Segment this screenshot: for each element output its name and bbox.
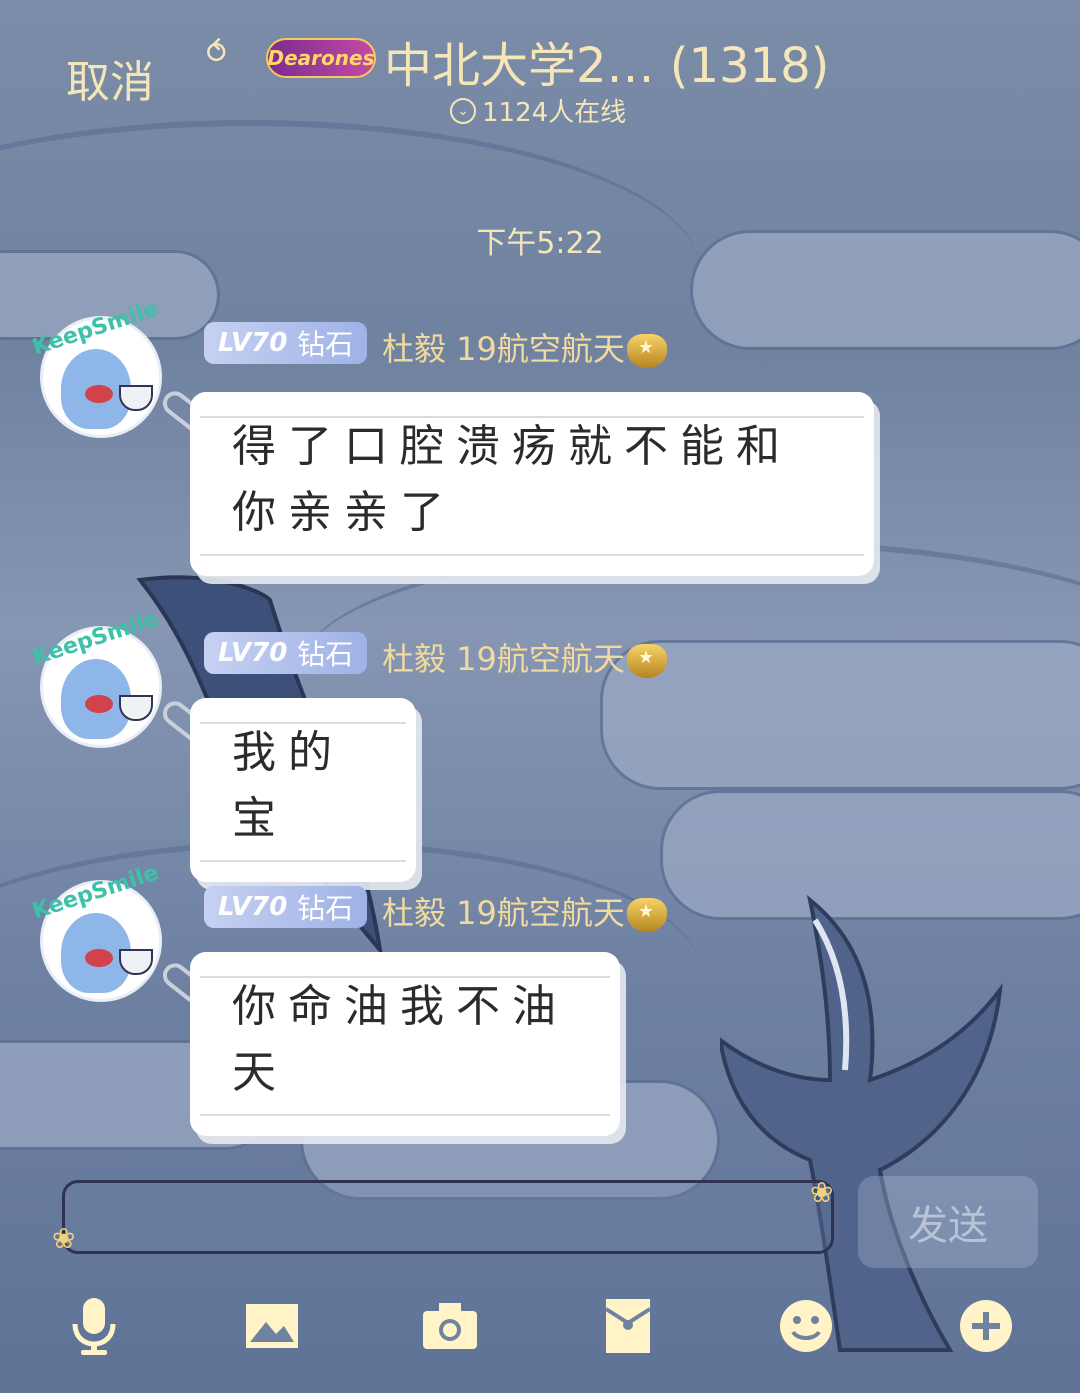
camera-icon[interactable] [420,1296,480,1356]
sender-nickname[interactable]: 杜毅 19航空航天 [382,634,667,680]
microphone-icon[interactable] [64,1296,124,1356]
level-title: 钻石 [297,892,354,925]
online-count-label: 1124人在线 [482,98,627,128]
emoji-icon[interactable] [776,1296,836,1356]
message-input[interactable] [62,1180,834,1254]
input-toolbar [0,1290,1080,1370]
avatar-mouth [85,695,113,713]
message-bubble[interactable]: 我的宝 [190,698,416,882]
message-bubble[interactable]: 你命油我不油天 [190,952,620,1136]
sender-nickname-text: 杜毅 19航空航天 [382,640,625,678]
ear-icon[interactable]: ⥀ [206,36,227,71]
butterfly-icon: ❀ [810,1176,834,1209]
sender-nickname[interactable]: 杜毅 19航空航天 [382,324,667,370]
butterfly-icon: ❀ [52,1222,76,1255]
crown-icon [626,898,667,932]
level-number: LV70 [218,892,288,922]
group-badge-logo: Dearones [266,38,376,78]
crown-icon [626,334,667,368]
level-badge: LV70 钻石 [204,322,368,364]
crown-icon [626,644,667,678]
sender-nickname-text: 杜毅 19航空航天 [382,330,625,368]
plus-icon[interactable] [956,1296,1016,1356]
avatar-mouth [85,385,113,403]
message-text: 我的宝 [232,727,344,844]
message-text: 得了口腔溃疡就不能和你亲亲了 [232,421,792,538]
red-packet-icon[interactable] [598,1296,658,1356]
sender-nickname-text: 杜毅 19航空航天 [382,894,625,932]
message-timestamp: 下午5:22 [476,226,604,261]
image-icon[interactable] [242,1296,302,1356]
level-badge: LV70 钻石 [204,632,368,674]
message-bubble[interactable]: 得了口腔溃疡就不能和你亲亲了 [190,392,874,576]
cancel-button[interactable]: 取消 [66,46,154,110]
whale-tail-icon [720,895,1003,1352]
message-text: 你命油我不油天 [232,981,568,1098]
online-count: ⌄ 1124人在线 [450,92,626,129]
chevron-down-icon: ⌄ [450,97,476,124]
avatar-rice-bowl [119,695,153,721]
level-title: 钻石 [297,638,354,671]
level-number: LV70 [218,328,288,358]
send-button[interactable]: 发送 [858,1176,1038,1268]
chat-header: 取消 ⥀ Dearones 中北大学2… (1318) ⌄ 1124人在线 [0,0,1080,150]
avatar-rice-bowl [119,949,153,975]
avatar-rice-bowl [119,385,153,411]
level-number: LV70 [218,638,288,668]
group-title[interactable]: 中北大学2… (1318) [384,26,829,96]
sender-nickname[interactable]: 杜毅 19航空航天 [382,888,667,934]
level-title: 钻石 [297,328,354,361]
level-badge: LV70 钻石 [204,886,368,928]
avatar-mouth [85,949,113,967]
